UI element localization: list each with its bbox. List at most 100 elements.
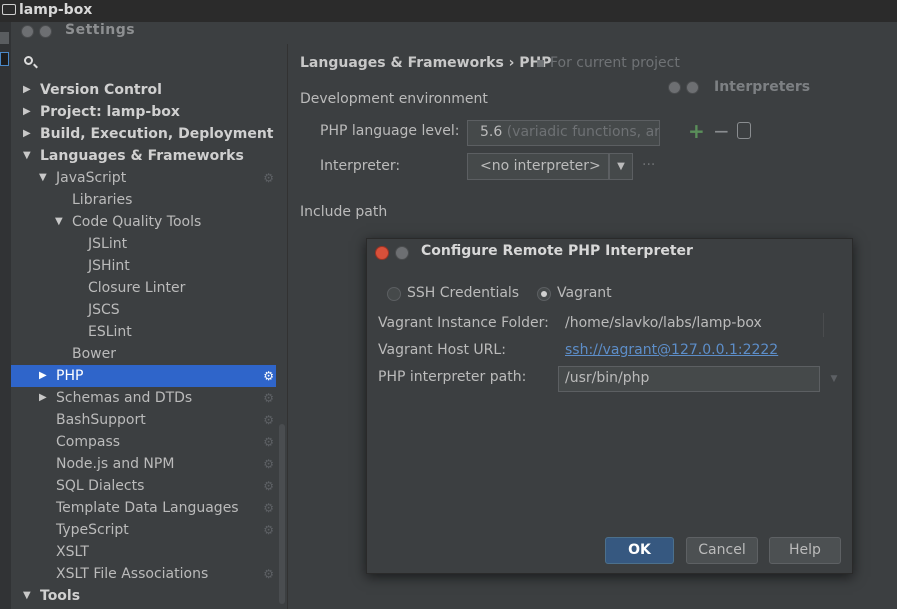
breadcrumb: Languages & Frameworks › PHP: [300, 55, 552, 71]
close-panel-icon[interactable]: [668, 81, 681, 94]
sidebar-item-template-data-languages[interactable]: Template Data Languages ⚙: [11, 497, 276, 519]
sidebar-item-label: PHP: [56, 368, 84, 384]
dev-env-heading: Development environment: [300, 91, 488, 107]
sidebar-item-label: JSLint: [88, 236, 128, 252]
sidebar-item-javascript[interactable]: ▼ JavaScript ⚙: [11, 167, 276, 189]
close-window-icon[interactable]: [21, 25, 34, 38]
vagrant-host-url-link[interactable]: ssh://vagrant@127.0.0.1:2222: [565, 342, 778, 358]
sidebar-scrollbar[interactable]: [279, 424, 285, 604]
sidebar-item-node-js-and-npm[interactable]: Node.js and NPM ⚙: [11, 453, 276, 475]
sidebar-item-version-control[interactable]: ▶ Version Control: [11, 79, 276, 101]
project-settings-icon: ⚙: [263, 369, 274, 383]
sidebar-item-code-quality-tools[interactable]: ▼ Code Quality Tools: [11, 211, 276, 233]
ok-button[interactable]: OK: [605, 537, 674, 564]
project-title-bar: lamp-box: [0, 0, 897, 22]
project-settings-icon: ⚙: [263, 391, 274, 405]
chevron-right-icon[interactable]: ▶: [39, 365, 47, 387]
sidebar-item-bower[interactable]: Bower: [11, 343, 276, 365]
settings-sidebar: ▶ Version Control ▶ Project: lamp-box ▶ Build…: [11, 44, 288, 609]
settings-title: Settings: [65, 22, 136, 38]
interpreter-label: Interpreter:: [320, 158, 401, 174]
radio-ssh-label: SSH Credentials: [407, 285, 520, 301]
sidebar-item-label: Node.js and NPM: [56, 456, 175, 472]
sidebar-item-bashsupport[interactable]: BashSupport ⚙: [11, 409, 276, 431]
sidebar-item-label: Code Quality Tools: [72, 214, 202, 230]
configure-remote-interpreter-dialog: Configure Remote PHP Interpreter SSH Cre…: [366, 238, 853, 574]
dialog-title: Configure Remote PHP Interpreter: [421, 243, 693, 259]
chevron-right-icon[interactable]: ▶: [23, 123, 31, 145]
sidebar-item-jshint[interactable]: JSHint: [11, 255, 276, 277]
sidebar-item-label: JSHint: [88, 258, 130, 274]
sidebar-item-eslint[interactable]: ESLint: [11, 321, 276, 343]
chevron-down-icon[interactable]: ▼: [823, 366, 845, 392]
chevron-down-icon[interactable]: ▼: [23, 585, 31, 607]
sidebar-item-xslt-file-associations[interactable]: XSLT File Associations ⚙: [11, 563, 276, 585]
chevron-right-icon[interactable]: ▶: [39, 387, 47, 409]
chevron-right-icon[interactable]: ▶: [23, 101, 31, 123]
php-level-select[interactable]: 5.6 (variadic functions, arg: [467, 120, 660, 146]
chevron-down-icon[interactable]: ▼: [23, 145, 31, 167]
sidebar-item-languages-frameworks[interactable]: ▼ Languages & Frameworks: [11, 145, 276, 167]
project-settings-icon: ⚙: [263, 567, 274, 581]
radio-ssh-indicator[interactable]: [387, 287, 401, 301]
sidebar-item-tools[interactable]: ▼ Tools: [11, 585, 276, 607]
sidebar-item-jscs[interactable]: JSCS: [11, 299, 276, 321]
vagrant-folder-field[interactable]: /home/slavko/labs/lamp-box: [565, 315, 762, 331]
sidebar-item-label: ESLint: [88, 324, 132, 340]
sidebar-item-label: BashSupport: [56, 412, 146, 428]
search-icon: [24, 56, 33, 65]
project-settings-icon: ⚙: [263, 479, 274, 493]
interpreter-more-button[interactable]: ...: [642, 153, 655, 169]
interpreters-panel-title: Interpreters: [714, 79, 811, 95]
help-button[interactable]: Help: [769, 537, 841, 564]
scope-text: For current project: [549, 55, 680, 71]
project-settings-icon: ⚙: [263, 523, 274, 537]
sidebar-item-compass[interactable]: Compass ⚙: [11, 431, 276, 453]
vagrant-host-url-label: Vagrant Host URL:: [378, 342, 506, 358]
sidebar-item-closure-linter[interactable]: Closure Linter: [11, 277, 276, 299]
sidebar-item-build-execution-deployment[interactable]: ▶ Build, Execution, Deployment: [11, 123, 276, 145]
folder-icon: [2, 4, 16, 15]
tool-window-icon[interactable]: [0, 32, 9, 44]
cancel-button[interactable]: Cancel: [686, 537, 758, 564]
project-settings-icon: ⚙: [263, 435, 274, 449]
interpreter-select[interactable]: <no interpreter>: [467, 153, 609, 180]
close-icon[interactable]: [375, 246, 389, 260]
settings-search[interactable]: [11, 50, 287, 76]
minimize-panel-icon[interactable]: [686, 81, 699, 94]
sidebar-item-label: Schemas and DTDs: [56, 390, 193, 406]
add-icon[interactable]: +: [688, 119, 705, 143]
chevron-down-icon[interactable]: ▼: [39, 167, 47, 189]
interpreter-path-field[interactable]: /usr/bin/php: [558, 366, 820, 392]
chevron-down-icon[interactable]: ▼: [609, 153, 633, 180]
chevron-right-icon[interactable]: ▶: [23, 79, 31, 101]
structure-icon[interactable]: [0, 52, 9, 66]
radio-vagrant-indicator[interactable]: [537, 287, 551, 301]
sidebar-item-jslint[interactable]: JSLint: [11, 233, 276, 255]
vagrant-folder-label: Vagrant Instance Folder:: [378, 315, 549, 331]
sidebar-item-label: Languages & Frameworks: [40, 148, 244, 164]
minimize-window-icon[interactable]: [39, 25, 52, 38]
sidebar-item-project-lamp-box[interactable]: ▶ Project: lamp-box: [11, 101, 276, 123]
sidebar-item-libraries[interactable]: Libraries: [11, 189, 276, 211]
sidebar-item-label: Compass: [56, 434, 121, 450]
remove-icon[interactable]: −: [713, 119, 730, 143]
lock-icon[interactable]: [737, 122, 751, 139]
radio-vagrant-label: Vagrant: [557, 285, 612, 301]
chevron-down-icon[interactable]: ▼: [55, 211, 63, 233]
sidebar-item-schemas-and-dtds[interactable]: ▶ Schemas and DTDs ⚙: [11, 387, 276, 409]
sidebar-item-php[interactable]: ▶ PHP ⚙: [11, 365, 276, 387]
sidebar-item-typescript[interactable]: TypeScript ⚙: [11, 519, 276, 541]
sidebar-item-label: TypeScript: [56, 522, 129, 538]
project-scope-icon: ▪: [536, 55, 550, 71]
sidebar-item-sql-dialects[interactable]: SQL Dialects ⚙: [11, 475, 276, 497]
php-level-hint: (variadic functions, arg: [502, 124, 660, 140]
sidebar-item-label: Tools: [40, 588, 81, 604]
browse-folder-button[interactable]: [823, 313, 843, 337]
dialog-title-bar: Configure Remote PHP Interpreter: [367, 239, 852, 267]
sidebar-item-label: Closure Linter: [88, 280, 186, 296]
sidebar-item-label: XSLT: [56, 544, 89, 560]
minimize-icon[interactable]: [395, 246, 409, 260]
sidebar-item-xslt[interactable]: XSLT: [11, 541, 276, 563]
edge-toolbar: [0, 22, 11, 609]
